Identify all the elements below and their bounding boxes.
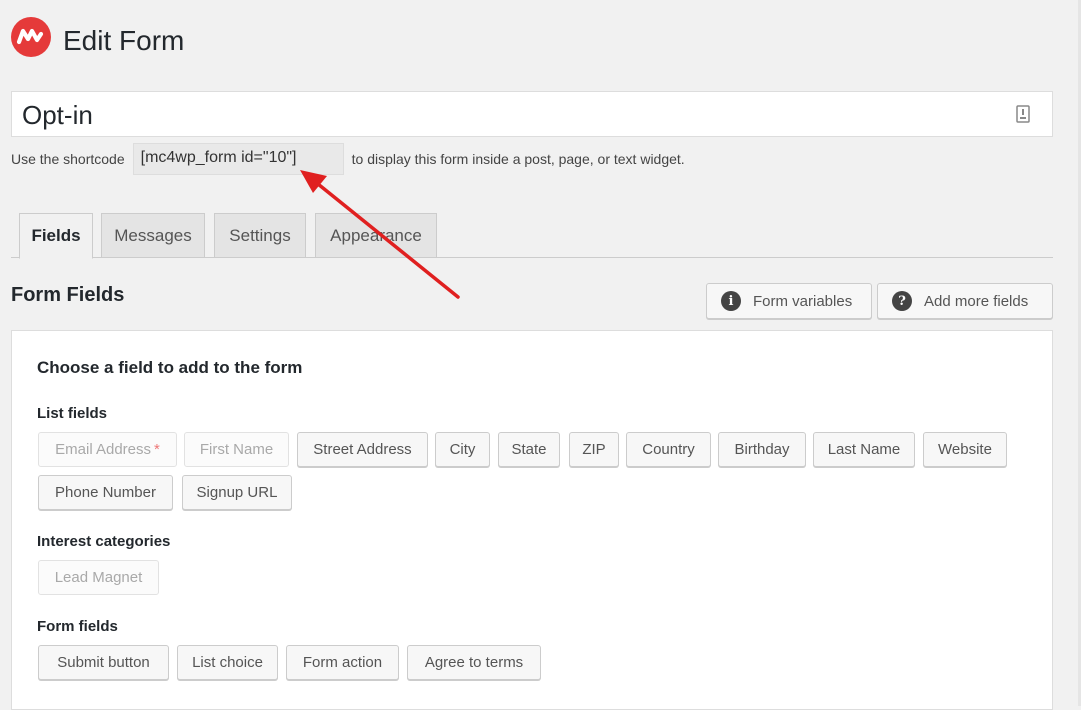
field-button-country[interactable]: Country: [626, 432, 711, 467]
form-variables-button[interactable]: i Form variables: [706, 283, 872, 319]
field-button-first-name: First Name: [184, 432, 289, 467]
field-button-agree-to-terms[interactable]: Agree to terms: [407, 645, 541, 680]
required-marker: *: [154, 441, 160, 458]
document-icon[interactable]: [1016, 105, 1030, 128]
form-title-input[interactable]: [22, 98, 982, 132]
field-button-phone-number[interactable]: Phone Number: [38, 475, 173, 510]
section-title: Form Fields: [11, 284, 125, 306]
mc4wp-logo-icon: [11, 17, 51, 57]
field-chooser-panel: Choose a field to add to the form List f…: [11, 330, 1053, 710]
field-button-city[interactable]: City: [435, 432, 490, 467]
field-button-street-address[interactable]: Street Address: [297, 432, 428, 467]
tab-appearance[interactable]: Appearance: [315, 213, 437, 258]
info-icon: i: [721, 291, 741, 311]
form-tabs: Fields Messages Settings Appearance: [11, 213, 1053, 259]
question-icon: ?: [892, 291, 912, 311]
shortcode-value[interactable]: [mc4wp_form id="10"]: [132, 143, 344, 175]
shortcode-suffix: to display this form inside a post, page…: [351, 151, 685, 167]
tab-fields[interactable]: Fields: [19, 213, 93, 259]
add-more-fields-label: Add more fields: [924, 292, 1029, 310]
field-button-signup-url[interactable]: Signup URL: [182, 475, 292, 510]
tab-settings[interactable]: Settings: [214, 213, 306, 258]
interest-categories-label: Interest categories: [37, 533, 171, 550]
panel-heading: Choose a field to add to the form: [37, 358, 303, 377]
form-variables-label: Form variables: [753, 292, 853, 310]
tab-messages[interactable]: Messages: [101, 213, 205, 258]
field-button-birthday[interactable]: Birthday: [718, 432, 806, 467]
field-button-form-action[interactable]: Form action: [286, 645, 399, 680]
field-button-email-address: Email Address *: [38, 432, 177, 467]
field-button-zip[interactable]: ZIP: [569, 432, 619, 467]
shortcode-line: Use the shortcode [mc4wp_form id="10"] t…: [11, 143, 685, 175]
page-title: Edit Form: [63, 25, 185, 56]
form-title-field[interactable]: [11, 91, 1053, 137]
list-fields-label: List fields: [37, 405, 108, 422]
add-more-fields-button[interactable]: ? Add more fields: [877, 283, 1053, 319]
field-button-submit-button[interactable]: Submit button: [38, 645, 169, 680]
field-button-lead-magnet: Lead Magnet: [38, 560, 159, 595]
field-button-state[interactable]: State: [498, 432, 560, 467]
field-button-list-choice[interactable]: List choice: [177, 645, 278, 680]
shortcode-prefix: Use the shortcode: [11, 151, 125, 167]
field-button-last-name[interactable]: Last Name: [813, 432, 915, 467]
form-fields-label: Form fields: [37, 618, 118, 635]
field-button-website[interactable]: Website: [923, 432, 1007, 467]
